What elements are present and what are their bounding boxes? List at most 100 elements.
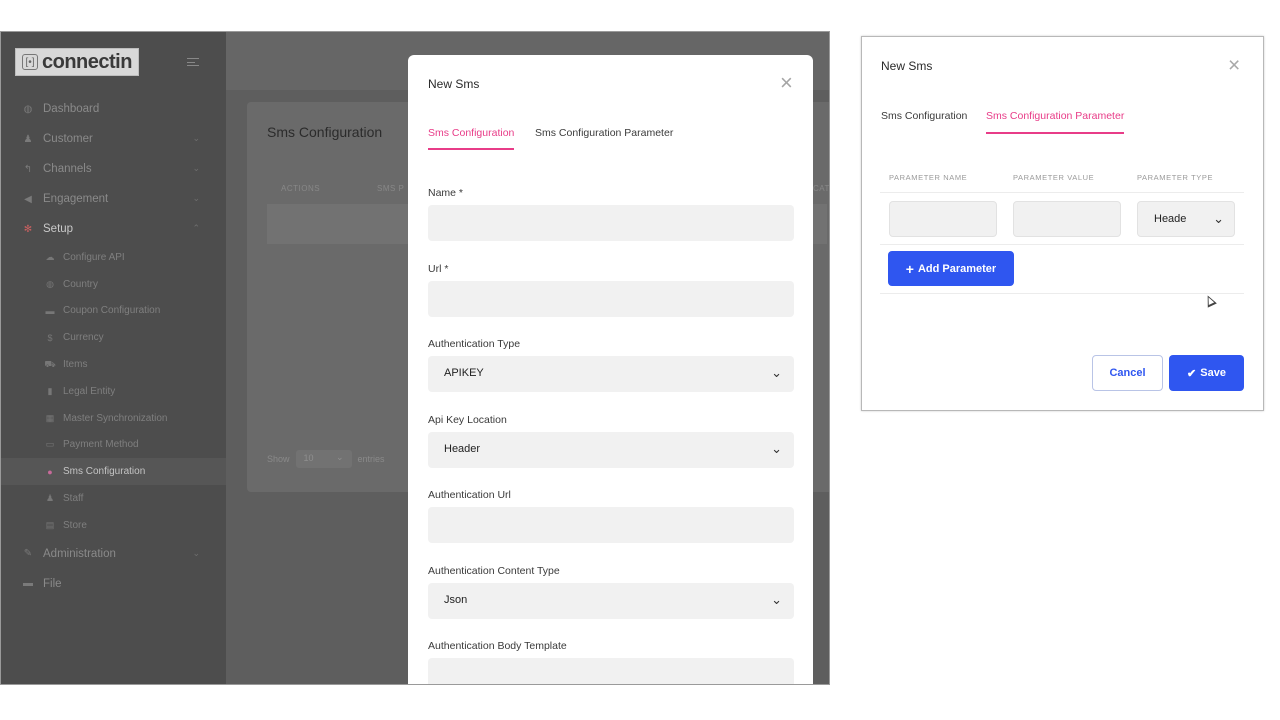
parameter-modal: New Sms × Sms Configuration Sms Configur… (861, 36, 1264, 411)
page-size-value: 10 (303, 453, 314, 463)
sidebar-item-label: Master Synchronization (63, 412, 168, 424)
tab-sms-configuration[interactable]: Sms Configuration (881, 110, 967, 122)
sidebar-item-customer[interactable]: ♟ Customer ⌄ (1, 124, 226, 154)
sidebar-item-configure-api[interactable]: ☁ Configure API (1, 244, 226, 271)
url-field[interactable] (428, 281, 794, 317)
sidebar-item-currency[interactable]: $ Currency (1, 324, 226, 351)
authentication-content-type-value: Json (444, 594, 468, 606)
sidebar-item-label: Payment Method (63, 439, 139, 451)
page-title: Sms Configuration (267, 124, 383, 140)
menu-toggle-icon[interactable] (187, 58, 199, 66)
sidebar-item-label: Dashboard (43, 103, 100, 115)
sidebar-item-engagement[interactable]: ◀ Engagement ⌄ (1, 184, 226, 214)
url-label: Url * (428, 263, 449, 275)
column-header-actions: ACTIONS (281, 184, 321, 193)
sidebar-item-payment-method[interactable]: ▭ Payment Method (1, 432, 226, 459)
building-icon: ▮ (47, 385, 53, 396)
parameter-value-input[interactable] (1013, 201, 1121, 237)
sidebar-item-coupon-configuration[interactable]: ▬ Coupon Configuration (1, 298, 226, 325)
mouse-cursor-icon (1203, 293, 1217, 308)
sidebar-item-store[interactable]: ▤ Store (1, 512, 226, 539)
parameter-type-select[interactable]: Heade ⌄ (1137, 201, 1235, 237)
plus-icon: + (905, 260, 914, 277)
sidebar-item-label: Coupon Configuration (63, 305, 161, 317)
sidebar-nav: ◍ Dashboard ♟ Customer ⌄ ↰ Channels ⌄ ◀ … (1, 94, 226, 599)
sidebar-item-file[interactable]: ▬ File (1, 569, 226, 599)
reply-icon: ↰ (23, 163, 33, 175)
column-header-parameter-type: PARAMETER TYPE (1137, 173, 1214, 182)
logo[interactable]: [•] connectin (15, 48, 139, 76)
column-header-sms-provider: SMS P (377, 184, 405, 193)
authentication-type-label: Authentication Type (428, 338, 521, 350)
chevron-down-icon: ⌄ (1213, 211, 1224, 226)
page-size-control: Show 10 ⌄ entries (267, 450, 385, 468)
wrench-icon: ✎ (23, 548, 33, 560)
parameter-type-value: Heade (1154, 213, 1187, 225)
sidebar-item-administration[interactable]: ✎ Administration ⌄ (1, 539, 226, 569)
sidebar-item-channels[interactable]: ↰ Channels ⌄ (1, 154, 226, 184)
entries-label: entries (357, 454, 385, 464)
parameter-name-input[interactable] (889, 201, 997, 237)
sidebar-item-label: Legal Entity (63, 385, 116, 397)
tab-sms-configuration-parameter[interactable]: Sms Configuration Parameter (986, 110, 1125, 134)
name-field[interactable] (428, 205, 794, 241)
chevron-down-icon: ⌄ (771, 365, 782, 380)
cart-icon: ⛟ (44, 358, 56, 369)
divider (880, 293, 1244, 294)
chevron-down-icon: ⌄ (771, 592, 782, 607)
sidebar-item-legal-entity[interactable]: ▮ Legal Entity (1, 378, 226, 405)
folder-icon: ▬ (23, 578, 33, 590)
column-header-parameter-name: PARAMETER NAME (889, 173, 968, 182)
authentication-content-type-select[interactable]: Json ⌄ (428, 583, 794, 619)
sidebar-item-label: Currency (63, 332, 104, 344)
calendar-icon: ▦ (45, 412, 55, 423)
close-icon[interactable]: × (780, 72, 793, 94)
sidebar: [•] connectin ◍ Dashboard ♟ Customer ⌄ ↰… (1, 32, 226, 684)
sidebar-item-dashboard[interactable]: ◍ Dashboard (1, 94, 226, 124)
app-screenshot: [•] connectin ◍ Dashboard ♟ Customer ⌄ ↰… (0, 31, 830, 685)
authentication-body-template-field[interactable] (428, 658, 794, 684)
authentication-content-type-label: Authentication Content Type (428, 565, 560, 577)
setup-submenu: ☁ Configure API ◍ Country ▬ Coupon Confi… (1, 244, 226, 539)
tab-sms-configuration[interactable]: Sms Configuration (428, 127, 515, 150)
gear-icon: ✻ (23, 223, 33, 235)
authentication-url-field[interactable] (428, 507, 794, 543)
chevron-up-icon: ⌃ (192, 223, 200, 233)
save-button[interactable]: ✔ Save (1169, 355, 1244, 391)
divider (880, 192, 1244, 193)
authentication-type-select[interactable]: APIKEY ⌄ (428, 356, 794, 392)
sidebar-item-items[interactable]: ⛟ Items (1, 351, 226, 378)
add-parameter-button[interactable]: + Add Parameter (888, 251, 1014, 286)
page-size-select[interactable]: 10 ⌄ (295, 450, 352, 468)
sidebar-item-staff[interactable]: ♟ Staff (1, 485, 226, 512)
tab-sms-configuration-parameter[interactable]: Sms Configuration Parameter (535, 127, 673, 139)
cancel-button[interactable]: Cancel (1092, 355, 1163, 391)
logo-text: connectin (42, 50, 132, 73)
check-icon: ✔ (1187, 367, 1197, 380)
sidebar-item-master-synchronization[interactable]: ▦ Master Synchronization (1, 405, 226, 432)
chevron-down-icon: ⌄ (192, 193, 200, 203)
name-label: Name * (428, 187, 464, 199)
sidebar-item-label: Customer (43, 133, 93, 145)
chevron-down-icon: ⌄ (771, 441, 782, 456)
sidebar-item-label: Staff (63, 493, 84, 505)
megaphone-icon: ◀ (24, 193, 32, 205)
add-parameter-label: Add Parameter (917, 262, 997, 275)
api-key-location-select[interactable]: Header ⌄ (428, 432, 794, 468)
sidebar-item-country[interactable]: ◍ Country (1, 271, 226, 298)
chevron-down-icon: ⌄ (335, 452, 344, 462)
chevron-down-icon: ⌄ (192, 133, 200, 143)
close-icon[interactable]: × (1228, 55, 1240, 76)
column-header-parameter-value: PARAMETER VALUE (1013, 173, 1095, 182)
save-label: Save (1200, 367, 1226, 379)
card-icon: ▭ (45, 439, 55, 450)
sidebar-item-label: Engagement (43, 193, 109, 205)
sidebar-item-label: Store (63, 519, 87, 531)
dollar-icon: $ (47, 332, 53, 343)
sidebar-item-sms-configuration[interactable]: ● Sms Configuration (1, 458, 226, 486)
chevron-down-icon: ⌄ (192, 163, 200, 173)
divider (880, 244, 1244, 245)
sidebar-item-label: Country (63, 278, 99, 290)
sidebar-item-setup[interactable]: ✻ Setup ⌃ (1, 214, 226, 244)
new-sms-modal: New Sms × Sms Configuration Sms Configur… (408, 55, 813, 684)
